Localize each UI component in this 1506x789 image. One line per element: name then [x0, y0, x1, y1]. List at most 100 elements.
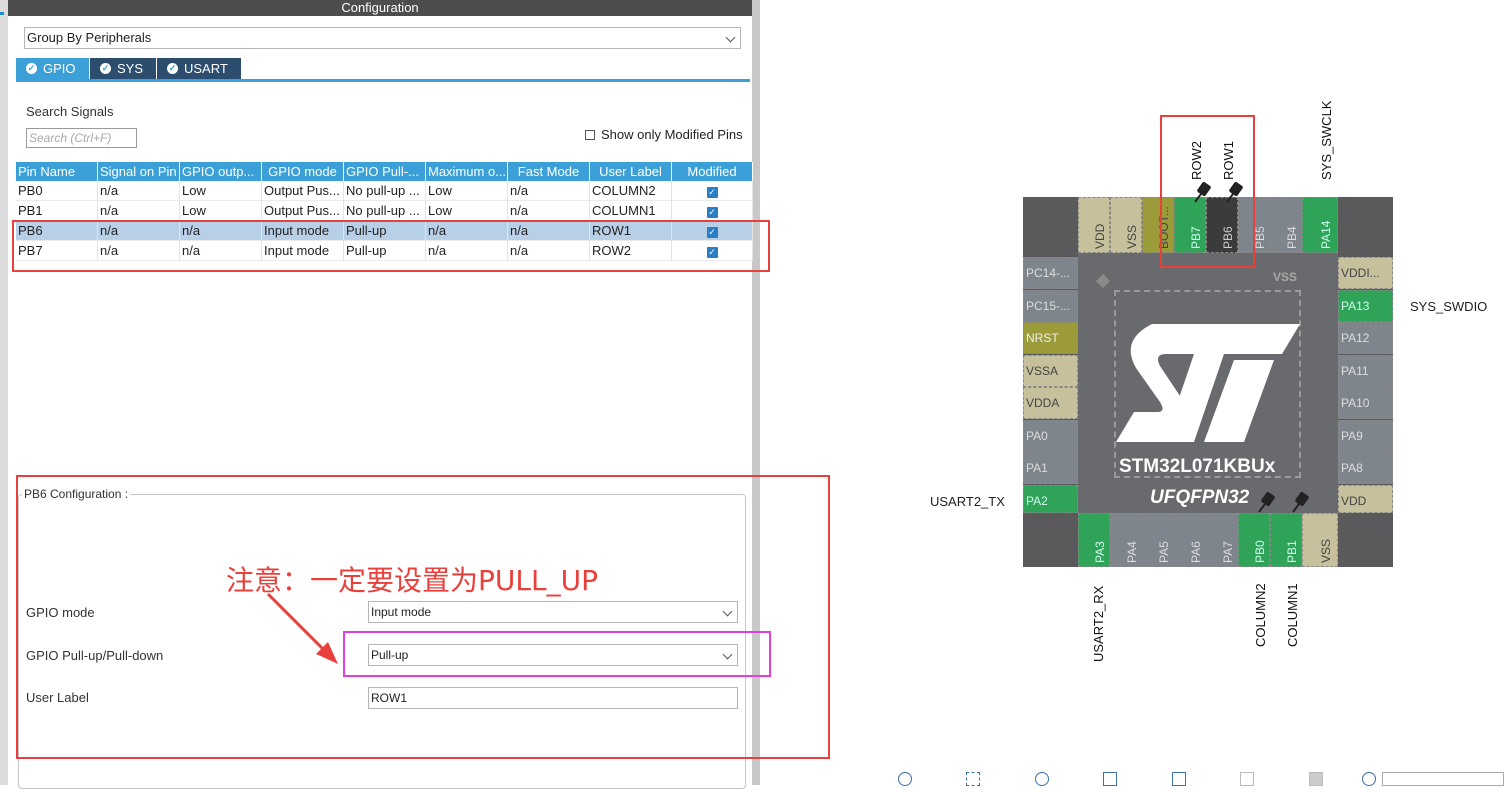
group-by-select[interactable]: Group By Peripherals [24, 27, 741, 49]
flip-icon[interactable] [1240, 772, 1254, 786]
col-header[interactable]: Maximum o... [425, 162, 508, 181]
pin-label: PA0 [1026, 429, 1048, 443]
cell-gpio-mode: Output Pus... [261, 181, 344, 201]
pin-label: PB1 [1285, 540, 1299, 563]
col-header[interactable]: Modified [671, 162, 753, 181]
col-header[interactable]: GPIO mode [261, 162, 344, 181]
cell-user-label: COLUMN2 [589, 181, 672, 201]
checkbox-checked-icon[interactable]: ✓ [706, 207, 718, 218]
cell-max-speed: Low [425, 181, 508, 201]
check-circle-icon: ✓ [26, 63, 37, 75]
st-logo-icon [1116, 324, 1300, 442]
col-header-label: User Label [599, 164, 662, 179]
cell-modified: ✓ [671, 181, 753, 201]
pin-label: VSSA [1026, 364, 1059, 378]
pin-label: VDD [1341, 494, 1367, 508]
pin-label: VDD [1093, 223, 1107, 249]
pin-label: NRST [1026, 331, 1059, 345]
search-signals-label: Search Signals [26, 104, 114, 119]
pin-label: PC14-... [1026, 266, 1071, 280]
pin-label: VSS [1319, 538, 1333, 563]
pin-label: PA8 [1341, 461, 1363, 475]
col-header-label: Fast Mode [517, 164, 580, 179]
col-header[interactable]: Fast Mode [507, 162, 590, 181]
split-icon[interactable] [1309, 772, 1323, 786]
pin-label: PA5 [1157, 541, 1171, 563]
pin-label: PB0 [1253, 540, 1267, 563]
pin-label: PA1 [1026, 461, 1048, 475]
table-row[interactable]: PB0 n/a Low Output Pus... No pull-up ...… [16, 181, 753, 201]
annotation-arrow-icon [266, 592, 338, 664]
table-row[interactable]: PB1 n/a Low Output Pus... No pull-up ...… [16, 200, 753, 221]
cell-modified: ✓ [671, 200, 753, 221]
configuration-title: Configuration [8, 0, 752, 16]
cell-max-speed: Low [425, 200, 508, 221]
pin-label: PA11 [1341, 364, 1369, 378]
pushpin-icon [1292, 492, 1309, 513]
tab-usart[interactable]: ✓ USART [157, 58, 241, 79]
tab-label: GPIO [43, 61, 76, 76]
cell-pin-name: PB0 [16, 181, 98, 201]
pin-label: PA3 [1093, 541, 1107, 563]
col-header[interactable]: Pin Name [16, 162, 98, 181]
chip-package: UFQFPN32 [1150, 487, 1250, 508]
chip-search-input[interactable] [1382, 772, 1504, 786]
signal-sys-swdio: SYS_SWDIO [1410, 299, 1488, 314]
col-header-label: Signal on Pin [100, 164, 177, 179]
tab-label: USART [184, 61, 228, 76]
table-header-row: Pin Name Signal on Pin GPIO outp... GPIO… [16, 162, 753, 181]
zoom-in-icon[interactable] [898, 772, 912, 786]
pin-label: PB5 [1253, 226, 1267, 249]
col-header-label: Modified [687, 164, 737, 179]
chevron-down-icon [725, 32, 736, 43]
highlight-box-config [16, 475, 830, 759]
signal-usart2-rx: USART2_RX [1091, 585, 1106, 662]
cell-gpio-pull: No pull-up ... [343, 200, 426, 221]
col-header-label: GPIO Pull-... [346, 164, 419, 179]
pin-label: VDDA [1026, 396, 1060, 410]
pin-label: PA7 [1221, 541, 1235, 563]
tab-underline [16, 79, 750, 82]
pin-label: PC15-... [1026, 299, 1071, 313]
search-icon[interactable] [1362, 772, 1376, 786]
cell-gpio-output: Low [179, 181, 262, 201]
cell-fast-mode: n/a [507, 200, 590, 221]
highlight-box-pull [343, 631, 771, 677]
checkbox-checked-icon[interactable]: ✓ [706, 187, 718, 198]
tab-label: SYS [117, 61, 144, 76]
col-header-label: Maximum o... [428, 164, 505, 179]
col-header[interactable]: GPIO Pull-... [343, 162, 426, 181]
cell-pin-name: PB1 [16, 200, 98, 221]
signal-column2: COLUMN2 [1253, 583, 1268, 647]
pin-label: VSS [1125, 224, 1139, 249]
show-modified-checkbox[interactable] [585, 130, 595, 140]
col-header[interactable]: Signal on Pin [97, 162, 180, 181]
signal-usart2-tx: USART2_TX [930, 494, 1005, 509]
highlight-box-rows [12, 220, 770, 272]
chip-name: STM32L071KBUx [1119, 456, 1276, 477]
rotate-left-icon[interactable] [1172, 772, 1186, 786]
search-input[interactable]: Search (Ctrl+F) [26, 128, 137, 148]
cell-signal: n/a [97, 181, 180, 201]
tab-sys[interactable]: ✓ SYS [90, 58, 156, 79]
pin-label: PA10 [1341, 396, 1370, 410]
cell-user-label: COLUMN1 [589, 200, 672, 221]
col-header-label: GPIO mode [268, 164, 337, 179]
signal-column1: COLUMN1 [1285, 583, 1300, 647]
pin-label: VDDI... [1341, 266, 1380, 280]
pin-label: PA4 [1125, 541, 1139, 563]
pin-label: PA13 [1341, 299, 1370, 313]
check-circle-icon: ✓ [167, 63, 178, 75]
tab-gpio[interactable]: ✓ GPIO [16, 58, 89, 79]
col-header[interactable]: GPIO outp... [179, 162, 262, 181]
group-by-value: Group By Peripherals [27, 30, 152, 45]
rotate-right-icon[interactable] [1103, 772, 1117, 786]
cell-gpio-mode: Output Pus... [261, 200, 344, 221]
pin-label: PA9 [1341, 429, 1363, 443]
fit-screen-icon[interactable] [966, 772, 980, 786]
pushpin-icon [1258, 492, 1275, 513]
col-header[interactable]: User Label [589, 162, 672, 181]
signal-sys-swclk: SYS_SWCLK [1319, 100, 1334, 180]
zoom-out-icon[interactable] [1035, 772, 1049, 786]
cell-fast-mode: n/a [507, 181, 590, 201]
